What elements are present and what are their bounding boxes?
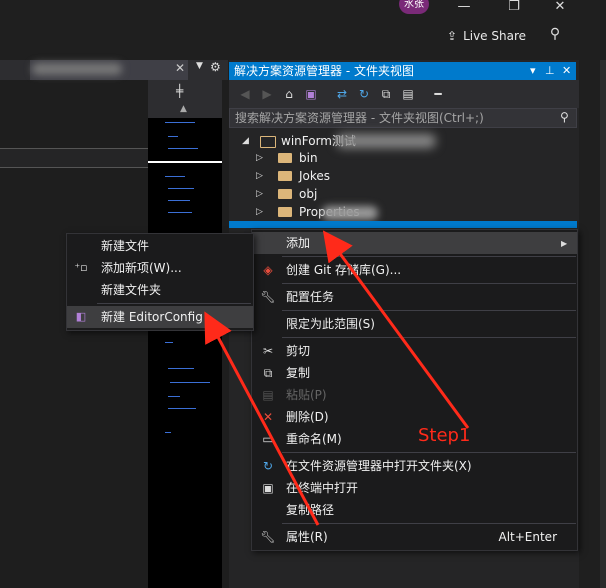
step-annotation-label: Step1 bbox=[418, 425, 471, 446]
annotation-arrow-to-add bbox=[322, 230, 470, 429]
annotation-arrows bbox=[204, 230, 470, 526]
annotation-arrow-to-editorconfig bbox=[204, 311, 320, 526]
